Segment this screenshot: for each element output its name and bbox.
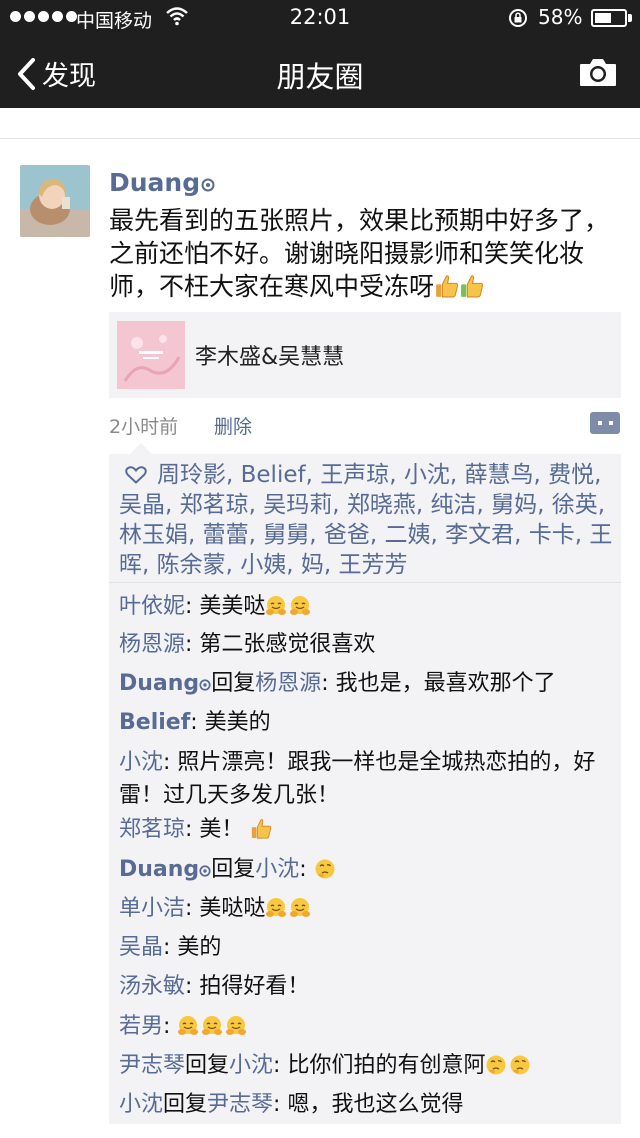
comment-row: Duang 回复杨恩源: 我也是，最喜欢那个了 — [119, 671, 556, 696]
hug-emoji-icon — [266, 898, 287, 917]
comment-text: 美的 — [177, 935, 222, 960]
comment-author[interactable]: 吴晶 — [119, 935, 163, 960]
comment-text: 嗯，我也这么觉得 — [287, 1092, 464, 1117]
comment-row: 单小洁: 美哒哒 — [119, 892, 615, 925]
likes-list: 周玲影, Belief, 王声琼, 小沈, 薛慧鸟, 费悦, 吴晶, 郑茗琼, … — [119, 460, 617, 580]
comment-text: 美哒哒 — [199, 896, 266, 921]
hug-emoji-icon — [290, 596, 311, 615]
post-time: 2小时前 — [109, 416, 179, 438]
hug-emoji-icon — [266, 596, 287, 615]
status-bar: 中国移动 22:01 58% — [0, 0, 640, 36]
comment-row: 汤永敏: 拍得好看！ — [119, 974, 310, 999]
comment-author[interactable]: 小沈 — [119, 1092, 163, 1117]
reply-word: 回复 — [211, 857, 256, 882]
hug-emoji-icon — [290, 898, 311, 917]
comment-row: Duang 回复小沈: — [119, 853, 615, 886]
comment-text: 拍得好看！ — [199, 974, 310, 999]
post-author[interactable]: Duang — [109, 168, 215, 197]
comment-author[interactable]: 叶依妮 — [119, 594, 185, 619]
comment-author[interactable]: 若男 — [119, 1014, 163, 1039]
reply-to[interactable]: 尹志琴 — [207, 1092, 273, 1117]
comment-text: 比你们拍的有创意阿 — [287, 1053, 486, 1078]
comment-row: 尹志琴回复小沈: 比你们拍的有创意阿 — [119, 1049, 615, 1082]
hug-emoji-icon — [202, 1016, 223, 1035]
comment-row: Belief: 美美的 — [119, 710, 271, 735]
hug-emoji-icon — [226, 1016, 247, 1035]
comment-row: 小沈: 照片漂亮！跟我一样也是全城热恋拍的，好雷！过几天多发几张！ — [119, 750, 596, 808]
comment-row: 吴晶: 美的 — [119, 935, 222, 960]
likes-divider — [109, 582, 621, 583]
thumbs-up-emoji-icon — [461, 275, 484, 298]
verified-icon — [199, 679, 211, 691]
reply-word: 回复 — [185, 1053, 230, 1078]
comments-box: 周玲影, Belief, 王声琼, 小沈, 薛慧鸟, 费悦, 吴晶, 郑茗琼, … — [109, 454, 621, 1124]
comment-text: 美美哒 — [199, 594, 266, 619]
divider — [0, 138, 640, 139]
battery-percent: 58% — [538, 5, 583, 29]
comment-author[interactable]: Belief — [119, 710, 190, 735]
comment-row: 郑茗琼: 美！ — [119, 813, 615, 846]
thinking-emoji-icon — [315, 859, 335, 879]
verified-icon — [199, 865, 211, 877]
comment-author[interactable]: 杨恩源 — [119, 632, 185, 657]
comment-row: 若男: — [119, 1010, 615, 1043]
comment-author[interactable]: 郑茗琼 — [119, 817, 185, 842]
heart-icon — [125, 466, 147, 484]
likes-names[interactable]: 周玲影, Belief, 王声琼, 小沈, 薛慧鸟, 费悦, 吴晶, 郑茗琼, … — [119, 462, 612, 578]
comment-row: 杨恩源: 第二张感觉很喜欢 — [119, 632, 376, 657]
post-text: 最先看到的五张照片，效果比预期中好多了，之前还怕不好。谢谢晓阳摄影师和笑笑化妆师… — [109, 206, 610, 301]
top-bar: 中国移动 22:01 58% 发现 朋友圈 — [0, 0, 640, 108]
shared-link-card[interactable]: 李木盛&吴慧慧 — [109, 312, 621, 398]
comment-more-button[interactable] — [590, 412, 620, 434]
verified-icon — [201, 178, 215, 192]
camera-icon[interactable] — [578, 56, 618, 88]
comment-author[interactable]: 尹志琴 — [119, 1053, 185, 1078]
hug-emoji-icon — [178, 1016, 199, 1035]
reply-to[interactable]: 杨恩源 — [255, 671, 321, 696]
thinking-emoji-icon — [486, 1055, 506, 1075]
rotation-lock-icon — [509, 9, 527, 27]
nav-bar: 发现 朋友圈 — [0, 36, 640, 108]
link-title: 李木盛&吴慧慧 — [195, 345, 345, 370]
link-thumbnail — [117, 321, 185, 389]
reply-word: 回复 — [163, 1092, 208, 1117]
thumbs-up-emoji-icon — [252, 819, 272, 839]
comment-row: 小沈回复尹志琴: 嗯，我也这么觉得 — [119, 1092, 464, 1117]
comments-pointer — [130, 443, 152, 454]
comment-text: 第二张感觉很喜欢 — [199, 632, 376, 657]
comment-row: 叶依妮: 美美哒 — [119, 590, 615, 623]
page-title: 朋友圈 — [276, 60, 364, 94]
delete-button[interactable]: 删除 — [214, 412, 252, 439]
comment-author[interactable]: Duang — [119, 671, 199, 696]
comment-author[interactable]: 汤永敏 — [119, 974, 185, 999]
comment-author[interactable]: Duang — [119, 857, 199, 882]
reply-to[interactable]: 小沈 — [229, 1053, 273, 1078]
comment-text: 照片漂亮！跟我一样也是全城热恋拍的，好雷！过几天多发几张！ — [119, 750, 596, 808]
reply-word: 回复 — [211, 671, 256, 696]
battery-icon — [591, 9, 627, 27]
comment-text: 美美的 — [204, 710, 271, 735]
comment-author[interactable]: 单小洁 — [119, 896, 185, 921]
comment-author[interactable]: 小沈 — [119, 750, 163, 775]
avatar[interactable] — [20, 165, 90, 237]
thumbs-up-emoji-icon — [436, 275, 459, 298]
thinking-emoji-icon — [510, 1055, 530, 1075]
reply-to[interactable]: 小沈 — [255, 857, 299, 882]
comment-text: 我也是，最喜欢那个了 — [335, 671, 556, 696]
battery-nub — [628, 14, 632, 22]
comment-text: 美！ — [199, 817, 244, 842]
